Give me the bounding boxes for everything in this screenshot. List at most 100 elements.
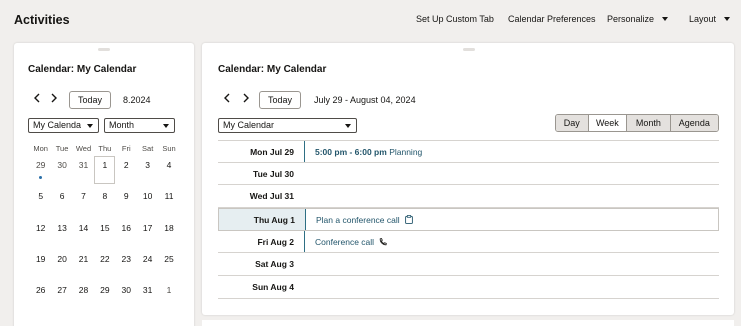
day-events[interactable] [304,253,719,275]
date-cell[interactable]: 5 [30,188,51,219]
day-label: Thu Aug 1 [219,209,305,230]
drag-handle[interactable] [463,48,475,51]
week-calendar-title: Calendar: My Calendar [218,64,327,75]
event-time: 5:00 pm - 6:00 pm [315,147,387,157]
date-cell[interactable]: 27 [51,282,72,313]
layout-menu[interactable]: Layout [689,14,731,24]
day-events[interactable] [304,276,719,298]
day-events[interactable]: Conference call [304,230,719,254]
date-cell[interactable]: 7 [73,188,94,219]
mini-month-label: 8.2024 [123,95,151,105]
view-day-button[interactable]: Day [556,115,589,131]
date-number: 2 [123,160,129,170]
week-today-button[interactable]: Today [259,91,301,109]
mini-next-button[interactable] [50,93,58,105]
date-number: 12 [35,222,46,233]
date-cell[interactable]: 1 [158,282,179,313]
calendar-call[interactable]: Conference call [315,231,387,254]
day-events[interactable] [304,163,719,185]
date-cell[interactable]: 30 [116,282,137,313]
week-prev-button[interactable] [223,93,231,105]
date-cell[interactable]: 13 [51,220,72,251]
date-number: 1 [166,285,172,296]
day-label: Sat Aug 3 [255,259,294,270]
drag-handle[interactable] [98,48,110,51]
date-number: 29 [35,160,46,170]
day-events[interactable] [304,185,719,207]
date-cell[interactable]: 31 [73,157,94,188]
date-number: 15 [100,222,110,233]
date-cell[interactable]: 29 [30,157,51,188]
day-row-today: Thu Aug 1 Plan a conference call [218,208,719,231]
day-row: Tue Jul 30 [218,163,719,186]
date-cell[interactable]: 17 [137,220,158,251]
personalize-menu[interactable]: Personalize [607,14,669,24]
date-cell[interactable]: 11 [158,188,179,219]
mini-today-button[interactable]: Today [69,91,111,109]
day-events[interactable]: 5:00 pm - 6:00 pm Planning [304,141,719,162]
date-cell[interactable]: 9 [116,188,137,219]
date-cell[interactable]: 18 [158,220,179,251]
mini-calendar-select[interactable]: My Calenda [28,118,99,133]
week-grid: Mon Jul 29 5:00 pm - 6:00 pm Planning Tu… [218,140,719,299]
date-cell[interactable]: 30 [51,157,72,188]
date-cell[interactable]: 31 [137,282,158,313]
date-cell-today[interactable]: 1 [94,156,116,188]
date-number: 22 [100,253,110,264]
weekday-label: Sun [162,144,176,153]
view-week-button[interactable]: Week [588,115,628,131]
date-cell[interactable]: 6 [51,188,72,219]
week-calendar-select[interactable]: My Calendar [218,118,357,133]
top-bar: Activities Set Up Custom Tab Calendar Pr… [0,0,741,40]
date-cell[interactable]: 10 [137,188,158,219]
date-cell[interactable]: 19 [30,251,51,282]
date-number: 19 [35,253,46,264]
calendar-task[interactable]: Plan a conference call [316,209,413,232]
date-cell[interactable]: 8 [94,188,115,219]
date-number: 4 [166,160,172,170]
week-calendar-select-value: My Calendar [223,120,275,130]
date-number: 17 [142,222,153,233]
date-cell[interactable]: 28 [73,282,94,313]
mini-calendar-title: Calendar: My Calendar [28,64,137,75]
event-title: Planning [389,147,423,157]
day-events[interactable]: Plan a conference call [305,209,718,230]
date-cell[interactable]: 2 [116,157,137,188]
date-cell[interactable]: 26 [30,282,51,313]
date-cell[interactable]: 15 [94,220,115,251]
view-month-button[interactable]: Month [627,115,671,131]
set-up-custom-tab-link[interactable]: Set Up Custom Tab [416,14,494,24]
date-cell[interactable]: 4 [158,157,179,188]
date-cell[interactable]: 22 [94,251,115,282]
calendar-event[interactable]: 5:00 pm - 6:00 pm Planning [315,141,422,163]
date-number: 30 [57,160,67,170]
personalize-label: Personalize [607,14,655,24]
date-cell[interactable]: 12 [30,220,51,251]
day-row: Sun Aug 4 [218,276,719,299]
date-cell[interactable]: 25 [158,251,179,282]
date-number: 20 [57,253,67,264]
mini-view-select[interactable]: Month [104,118,175,133]
week-next-button[interactable] [242,93,250,105]
view-agenda-button[interactable]: Agenda [670,115,718,131]
date-number: 18 [164,222,174,233]
date-cell[interactable]: 14 [73,220,94,251]
date-cell[interactable]: 21 [73,251,94,282]
clipboard-icon [404,210,413,232]
calendar-preferences-link[interactable]: Calendar Preferences [508,14,596,24]
event-title: Plan a conference call [316,215,400,226]
weekday-label: Fri [121,144,131,153]
mini-prev-button[interactable] [33,93,41,105]
date-cell[interactable]: 20 [51,251,72,282]
day-label: Tue Jul 30 [253,168,294,179]
day-label: Mon Jul 29 [250,147,294,157]
date-cell[interactable]: 16 [116,220,137,251]
date-cell[interactable]: 3 [137,157,158,188]
date-number: 5 [38,191,44,202]
date-cell[interactable]: 29 [94,282,115,313]
date-cell[interactable]: 23 [116,251,137,282]
date-number: 31 [78,160,89,170]
date-cell[interactable]: 24 [137,251,158,282]
view-switcher: Day Week Month Agenda [555,114,719,132]
chevron-down-icon [345,124,351,128]
